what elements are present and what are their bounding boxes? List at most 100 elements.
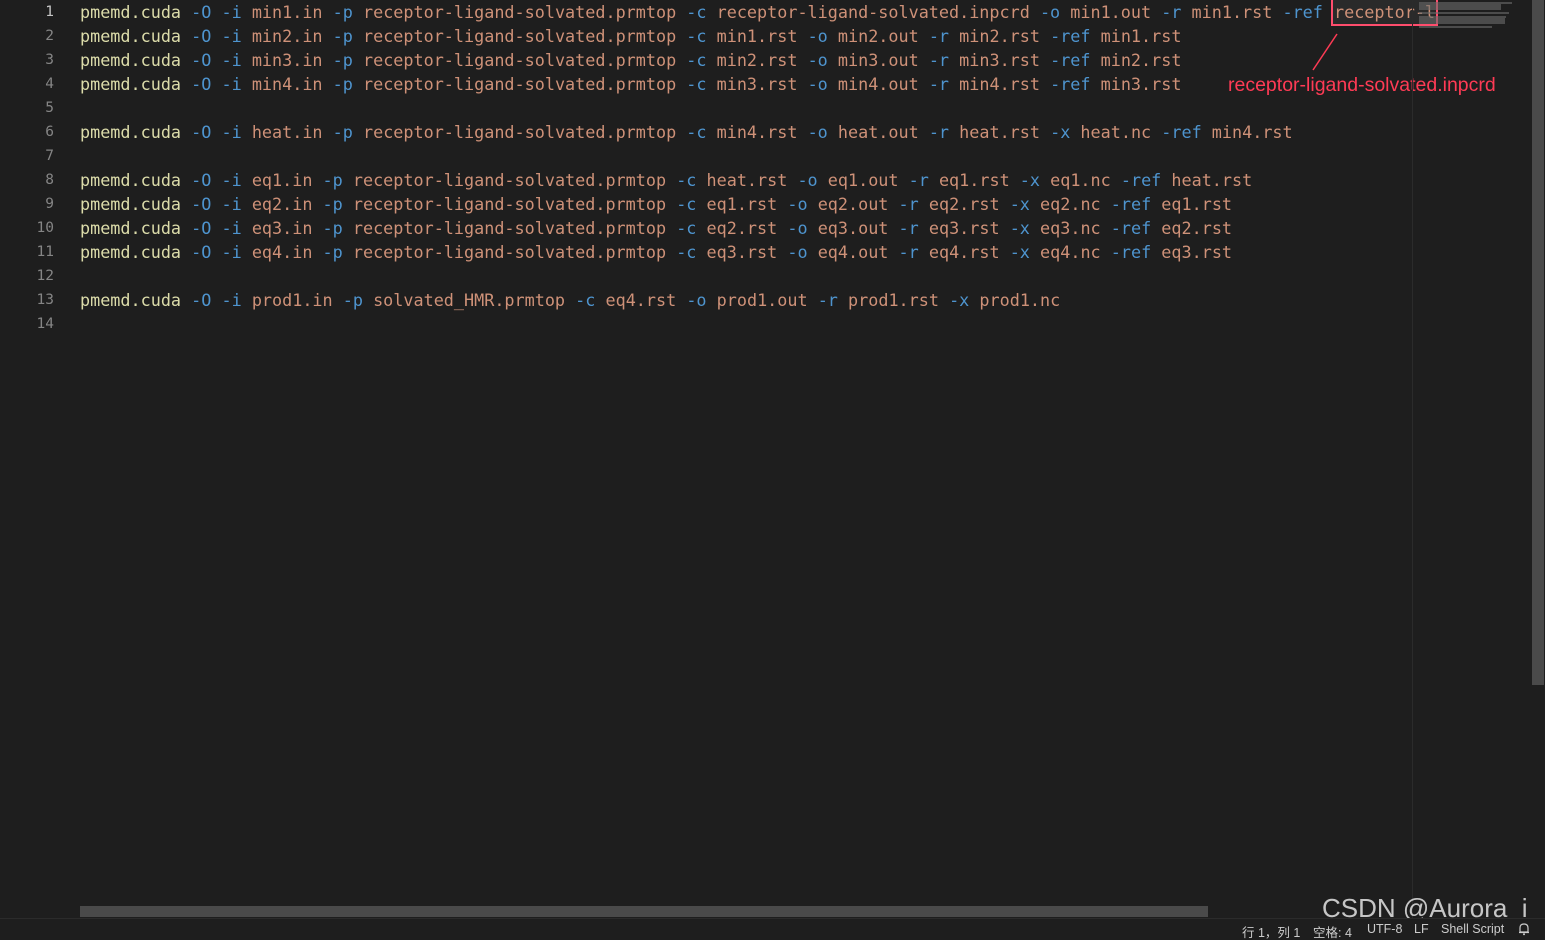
language-mode[interactable]: Shell Script	[1441, 922, 1504, 936]
code-token: -o	[686, 290, 707, 310]
code-line[interactable]: pmemd.cuda -O -i min3.in -p receptor-lig…	[80, 48, 1181, 72]
code-line[interactable]: pmemd.cuda -O -i min2.in -p receptor-lig…	[80, 24, 1181, 48]
code-area[interactable]: pmemd.cuda -O -i min1.in -p receptor-lig…	[80, 0, 1439, 900]
code-line[interactable]: pmemd.cuda -O -i min4.in -p receptor-lig…	[80, 72, 1181, 96]
line-number: 2	[45, 28, 54, 44]
line-number: 1	[45, 4, 54, 20]
minimap[interactable]	[1412, 0, 1531, 918]
code-token: pmemd.cuda	[80, 26, 182, 46]
code-editor[interactable]: 1 2 3 4 5 6 7 8 9 10 11 12 13 14 pmemd.cuda -O -i min…	[0, 0, 1545, 918]
code-token: eq3.rst	[1161, 242, 1233, 262]
code-token: eq4.nc	[1040, 242, 1101, 262]
cursor-position[interactable]: 行 1，列 1	[1242, 922, 1300, 940]
code-token: receptor-ligand-solvated.inpcrd	[716, 2, 1030, 22]
code-token: min2.rst	[959, 26, 1040, 46]
code-token: -p	[322, 242, 343, 262]
code-token: heat.rst	[706, 170, 788, 190]
annotation-arrow	[1312, 33, 1338, 71]
code-line[interactable]: pmemd.cuda -O -i heat.in -p receptor-lig…	[80, 120, 1293, 144]
code-line[interactable]: pmemd.cuda -O -i min1.in -p receptor-lig…	[80, 0, 1439, 26]
code-token: -p	[332, 74, 353, 94]
code-token: min4.rst	[959, 74, 1040, 94]
code-token: min2.rst	[716, 50, 798, 70]
code-token: -o	[807, 50, 828, 70]
horizontal-scrollbar-thumb[interactable]	[80, 906, 1208, 917]
vertical-scrollbar[interactable]	[1531, 0, 1545, 918]
code-token: min3.in	[251, 50, 323, 70]
code-line[interactable]: pmemd.cuda -O -i eq1.in -p receptor-liga…	[80, 168, 1252, 192]
code-token: prod1.out	[716, 290, 808, 310]
code-token: -o	[787, 242, 808, 262]
line-number: 4	[45, 76, 54, 92]
code-token: min4.in	[251, 74, 323, 94]
code-token: min4.rst	[716, 122, 798, 142]
code-token: min1.in	[251, 2, 323, 22]
code-token: pmemd.cuda	[80, 50, 182, 70]
encoding-setting[interactable]: UTF-8	[1367, 922, 1402, 936]
code-token: -O	[191, 2, 212, 22]
code-token: eq4.in	[251, 242, 313, 262]
code-token: eq4.out	[817, 242, 889, 262]
code-token: -ref	[1050, 50, 1091, 70]
code-token: -c	[676, 242, 697, 262]
code-token: -r	[908, 170, 929, 190]
code-token: receptor-ligand-solvated.prmtop	[362, 50, 677, 70]
code-token: -r	[898, 194, 919, 214]
code-token: -i	[221, 218, 242, 238]
code-token: -p	[322, 170, 343, 190]
line-number: 13	[36, 292, 54, 308]
code-token: -x	[1009, 194, 1030, 214]
code-token: heat.rst	[959, 122, 1040, 142]
line-number: 5	[45, 100, 54, 116]
bell-icon[interactable]	[1517, 922, 1531, 936]
code-token: -r	[898, 242, 919, 262]
eol-setting[interactable]: LF	[1414, 922, 1429, 936]
indentation-setting[interactable]: 空格: 4	[1313, 922, 1352, 940]
code-line[interactable]: pmemd.cuda -O -i prod1.in -p solvated_HM…	[80, 288, 1060, 312]
code-token: -O	[191, 290, 212, 310]
code-token: -c	[686, 74, 707, 94]
code-token: -o	[807, 74, 828, 94]
code-line[interactable]: pmemd.cuda -O -i eq3.in -p receptor-liga…	[80, 216, 1232, 240]
code-token: eq2.rst	[1161, 218, 1233, 238]
code-token: -p	[322, 218, 343, 238]
code-line[interactable]: pmemd.cuda -O -i eq2.in -p receptor-liga…	[80, 192, 1232, 216]
line-number: 11	[36, 244, 54, 260]
code-line[interactable]: pmemd.cuda -O -i eq4.in -p receptor-liga…	[80, 240, 1232, 264]
vertical-scrollbar-thumb[interactable]	[1532, 0, 1544, 685]
code-token: -O	[191, 122, 212, 142]
code-token: -c	[575, 290, 596, 310]
code-token: min1.rst	[716, 26, 798, 46]
code-token: eq2.out	[817, 194, 889, 214]
code-token: -c	[676, 194, 697, 214]
code-token: pmemd.cuda	[80, 2, 182, 22]
code-token: -i	[221, 26, 242, 46]
